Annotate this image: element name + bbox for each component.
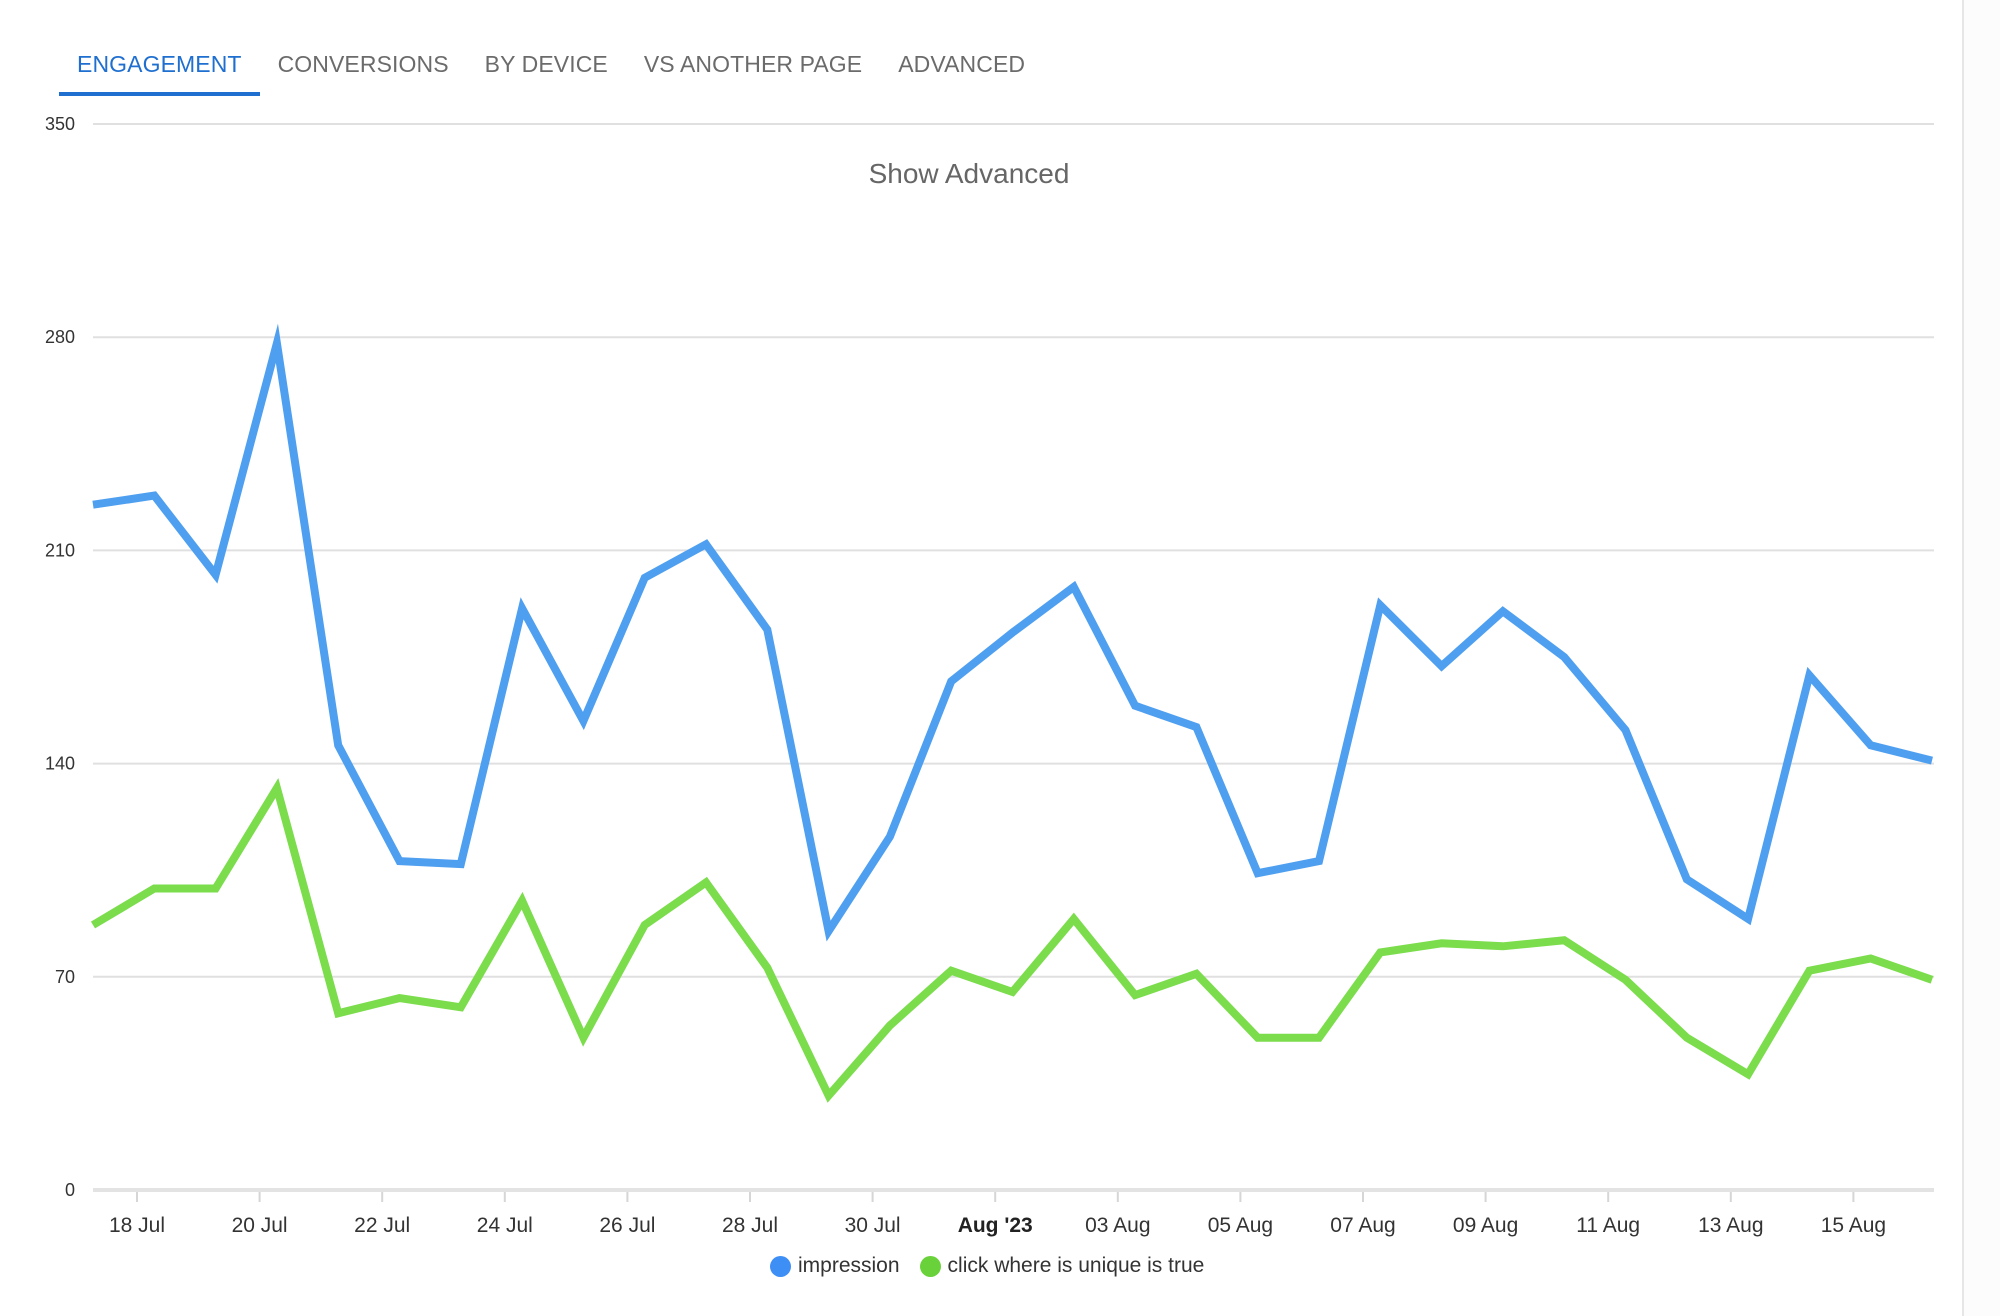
data-point[interactable]	[1866, 954, 1876, 964]
data-point[interactable]	[456, 859, 466, 869]
data-point[interactable]	[701, 877, 711, 887]
data-point[interactable]	[1253, 868, 1263, 878]
data-point[interactable]	[1130, 701, 1140, 711]
legend: impression click where is unique is true	[770, 1254, 1224, 1278]
x-tick-label: 22 Jul	[354, 1214, 410, 1237]
data-point[interactable]	[1069, 914, 1079, 924]
data-point[interactable]	[149, 491, 159, 501]
y-tick-label: 0	[65, 1180, 75, 1200]
x-tick-label: 11 Aug	[1576, 1214, 1640, 1237]
x-tick-label: 15 Aug	[1821, 1214, 1886, 1237]
y-tick-label: 140	[45, 754, 75, 774]
side-panel-edge	[1964, 0, 2000, 1316]
chart-title[interactable]: Show Advanced	[869, 158, 1070, 189]
data-point[interactable]	[1927, 756, 1937, 766]
data-point[interactable]	[517, 603, 527, 613]
gridlines	[93, 123, 1934, 978]
legend-dot-impression-icon	[770, 1255, 791, 1277]
data-point[interactable]	[88, 920, 98, 930]
data-point[interactable]	[517, 896, 527, 906]
data-point[interactable]	[1314, 856, 1324, 866]
x-tick-label: 03 Aug	[1085, 1214, 1150, 1237]
data-point[interactable]	[1804, 966, 1814, 976]
data-point[interactable]	[333, 1008, 343, 1018]
data-point[interactable]	[701, 539, 711, 549]
data-point[interactable]	[88, 500, 98, 510]
x-tick-label: 26 Jul	[599, 1214, 655, 1237]
y-tick-label: 210	[45, 540, 75, 560]
data-point[interactable]	[885, 1021, 895, 1031]
legend-item-impression[interactable]: impression	[770, 1254, 900, 1278]
data-point[interactable]	[762, 963, 772, 973]
data-point[interactable]	[272, 338, 282, 348]
data-point[interactable]	[149, 883, 159, 893]
data-point[interactable]	[1191, 722, 1201, 732]
data-point[interactable]	[1314, 1033, 1324, 1043]
x-axis: 18 Jul 20 Jul 22 Jul 24 Jul 26 Jul 28 Jul 30 J…	[93, 1188, 1934, 1237]
legend-label-impression: impression	[798, 1254, 900, 1277]
data-point[interactable]	[946, 676, 956, 686]
data-point[interactable]	[946, 966, 956, 976]
data-point[interactable]	[1559, 652, 1569, 662]
data-point[interactable]	[211, 570, 221, 580]
x-tick-label: 07 Aug	[1330, 1214, 1395, 1237]
series	[88, 323, 1937, 1103]
x-tick-label: 13 Aug	[1698, 1214, 1763, 1237]
data-point[interactable]	[640, 573, 650, 583]
x-tick-label: 20 Jul	[232, 1214, 288, 1237]
data-point[interactable]	[272, 783, 282, 793]
data-point[interactable]	[1927, 975, 1937, 985]
legend-dot-click-icon	[919, 1255, 941, 1277]
legend-item-click[interactable]: click where is unique is true	[919, 1254, 1205, 1278]
data-point[interactable]	[1498, 606, 1508, 616]
data-point[interactable]	[395, 993, 405, 1003]
data-point[interactable]	[885, 832, 895, 842]
data-point[interactable]	[1069, 582, 1079, 592]
data-point[interactable]	[456, 1002, 466, 1012]
data-point[interactable]	[578, 1033, 588, 1043]
data-point[interactable]	[1621, 725, 1631, 735]
data-point[interactable]	[578, 716, 588, 726]
line-chart: 0 70 140 210 280 350 Show Advanced 18 Jul 20 J…	[45, 114, 1937, 1237]
legend-label-click: click where is unique is true	[947, 1254, 1205, 1277]
data-point[interactable]	[1375, 947, 1385, 957]
data-point[interactable]	[333, 740, 343, 750]
y-tick-label: 350	[45, 114, 75, 134]
data-point[interactable]	[211, 883, 221, 893]
data-point[interactable]	[1682, 1033, 1692, 1043]
data-point[interactable]	[1682, 874, 1692, 884]
data-point[interactable]	[762, 625, 772, 635]
data-point[interactable]	[1559, 935, 1569, 945]
data-point[interactable]	[395, 856, 405, 866]
x-tick-label: 24 Jul	[477, 1214, 533, 1237]
data-point[interactable]	[1621, 975, 1631, 985]
data-point[interactable]	[1498, 941, 1508, 951]
data-point[interactable]	[824, 1091, 834, 1101]
data-point[interactable]	[1253, 1033, 1263, 1043]
x-tick-label: 18 Jul	[109, 1214, 165, 1237]
data-point[interactable]	[1743, 1069, 1753, 1079]
series-line-click[interactable]	[90, 777, 1934, 1103]
data-point[interactable]	[1437, 661, 1447, 671]
y-tick-label: 280	[45, 327, 75, 347]
x-tick-label: 28 Jul	[722, 1214, 778, 1237]
y-axis-labels: 0 70 140 210 280 350	[45, 114, 75, 1200]
data-point[interactable]	[1130, 990, 1140, 1000]
data-point[interactable]	[1375, 600, 1385, 610]
data-point[interactable]	[824, 926, 834, 936]
data-point[interactable]	[1008, 987, 1018, 997]
x-tick-label: 09 Aug	[1453, 1214, 1518, 1237]
x-tick-label: 30 Jul	[845, 1214, 901, 1237]
x-tick-label: 05 Aug	[1208, 1214, 1273, 1237]
data-point[interactable]	[1743, 914, 1753, 924]
data-point[interactable]	[1191, 969, 1201, 979]
data-point[interactable]	[1008, 628, 1018, 638]
data-point[interactable]	[1804, 670, 1814, 680]
data-point[interactable]	[1866, 740, 1876, 750]
data-point[interactable]	[1437, 938, 1447, 948]
data-point[interactable]	[640, 920, 650, 930]
x-tick-label: Aug '23	[958, 1214, 1033, 1237]
y-tick-label: 70	[55, 967, 75, 987]
